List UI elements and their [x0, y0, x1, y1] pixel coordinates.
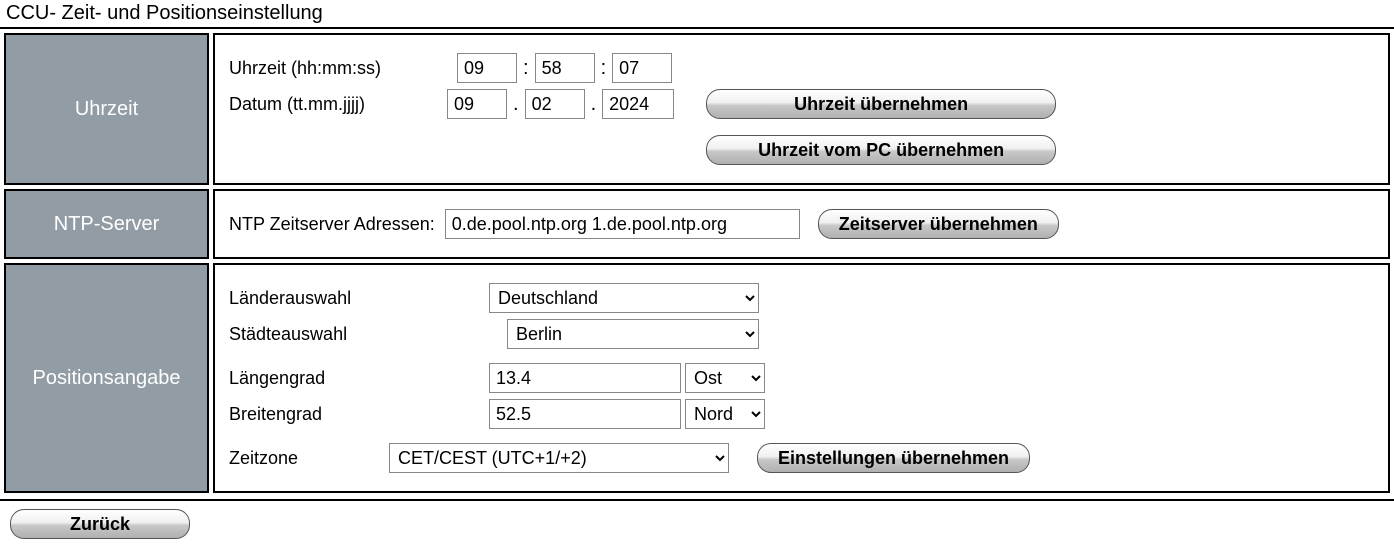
city-label: Städteauswahl [229, 324, 489, 345]
country-select[interactable]: Deutschland [489, 283, 759, 313]
country-label: Länderauswahl [229, 288, 489, 309]
latitude-input[interactable] [489, 399, 681, 429]
date-sep-1: . [507, 93, 525, 116]
time-from-pc-button[interactable]: Uhrzeit vom PC übernehmen [706, 135, 1056, 165]
section-header-time: Uhrzeit [4, 33, 209, 185]
section-content-position: Länderauswahl Deutschland Städteauswahl … [213, 263, 1390, 493]
timezone-label: Zeitzone [229, 448, 389, 469]
latitude-direction-select[interactable]: Nord [685, 399, 765, 429]
footer: Zurück [0, 499, 1394, 547]
section-content-time: Uhrzeit (hh:mm:ss) : : Datum (tt.mm.jjjj… [213, 33, 1390, 185]
section-header-position: Positionsangabe [4, 263, 209, 493]
longitude-direction-select[interactable]: Ost [685, 363, 765, 393]
date-label: Datum (tt.mm.jjjj) [229, 94, 439, 115]
date-sep-2: . [585, 93, 603, 116]
date-day-input[interactable] [447, 89, 507, 119]
ntp-label: NTP Zeitserver Adressen: [229, 214, 435, 235]
settings-table: Uhrzeit Uhrzeit (hh:mm:ss) : : Datum (tt… [0, 29, 1394, 497]
time-sep-2: : [595, 57, 613, 80]
section-content-ntp: NTP Zeitserver Adressen: Zeitserver über… [213, 189, 1390, 259]
longitude-input[interactable] [489, 363, 681, 393]
date-year-input[interactable] [602, 89, 674, 119]
time-seconds-input[interactable] [612, 53, 672, 83]
time-label: Uhrzeit (hh:mm:ss) [229, 58, 449, 79]
ntp-address-input[interactable] [445, 209, 800, 239]
latitude-label: Breitengrad [229, 404, 489, 425]
longitude-label: Längengrad [229, 368, 489, 389]
city-select[interactable]: Berlin [507, 319, 759, 349]
apply-time-button[interactable]: Uhrzeit übernehmen [706, 89, 1056, 119]
apply-ntp-button[interactable]: Zeitserver übernehmen [818, 209, 1059, 239]
back-button[interactable]: Zurück [10, 509, 190, 539]
time-sep-1: : [517, 57, 535, 80]
time-minutes-input[interactable] [535, 53, 595, 83]
date-month-input[interactable] [525, 89, 585, 119]
page-title: CCU- Zeit- und Positionseinstellung [0, 0, 1394, 29]
time-hours-input[interactable] [457, 53, 517, 83]
timezone-select[interactable]: CET/CEST (UTC+1/+2) [389, 443, 729, 473]
section-header-ntp: NTP-Server [4, 189, 209, 259]
apply-position-button[interactable]: Einstellungen übernehmen [757, 443, 1030, 473]
